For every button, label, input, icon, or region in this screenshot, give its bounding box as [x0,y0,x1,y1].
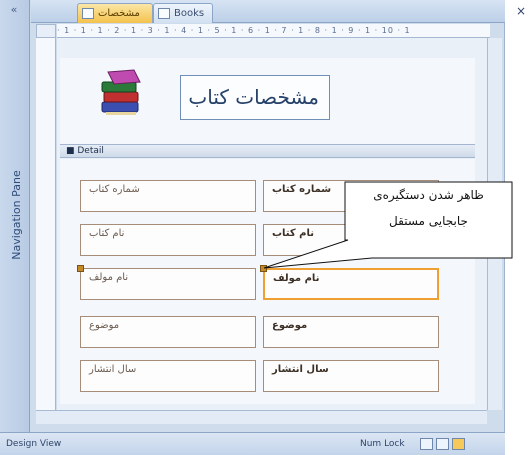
tab-book-details-form[interactable]: مشخصات کتاب [77,3,153,39]
vertical-ruler[interactable] [36,38,56,410]
books-icon[interactable] [94,68,146,120]
subject-label[interactable]: موضوع [80,316,256,348]
form-title-label[interactable]: مشخصات کتاب [180,75,330,120]
tab-books-table[interactable]: Books [153,3,213,23]
view-mode-text: Design View [6,439,62,449]
design-view-icon[interactable] [452,438,465,450]
book-number-label[interactable]: شماره کتاب [80,180,256,212]
form-selector[interactable] [36,24,56,38]
detail-section-bar[interactable]: ■ Detail [60,144,475,158]
status-bar: Design View Num Lock [0,432,505,455]
label-move-handle[interactable] [77,265,84,272]
navigation-pane[interactable]: « Navigation Pane [0,0,30,432]
callout-line-1: ظاهر شدن دستگیره‌ی [373,188,484,202]
horizontal-ruler[interactable]: · 1 · 1 · 1 · 2 · 1 · 3 · 1 · 4 · 1 · 5 … [57,24,490,38]
section-selector-icon: ■ [66,146,78,156]
field-move-handle[interactable] [260,265,267,272]
publish-year-label[interactable]: سال انتشار [80,360,256,392]
table-icon [158,8,170,19]
callout-text: ظاهر شدن دستگیره‌ی جابجایی مستقل [345,180,512,260]
nav-pane-toggle[interactable]: « [6,4,22,16]
publish-year-field[interactable]: سال انتشار [263,360,439,392]
document-tab-bar: مشخصات کتاب Books × [31,0,526,39]
horizontal-scrollbar[interactable] [36,410,487,424]
close-icon[interactable]: × [513,3,529,19]
detail-section-label: Detail [77,146,104,156]
num-lock-indicator: Num Lock [360,439,405,449]
layout-view-icon[interactable] [436,438,449,450]
navigation-pane-label[interactable]: Navigation Pane [7,150,27,280]
author-name-label[interactable]: نام مولف [80,268,256,300]
callout-line-2: جابجایی مستقل [389,214,468,228]
book-name-label[interactable]: نام کتاب [80,224,256,256]
tab-label: Books [174,8,205,19]
subject-field[interactable]: موضوع [263,316,439,348]
form-view-icon[interactable] [420,438,433,450]
form-icon [82,8,94,19]
author-name-field[interactable]: نام مولف [263,268,439,300]
